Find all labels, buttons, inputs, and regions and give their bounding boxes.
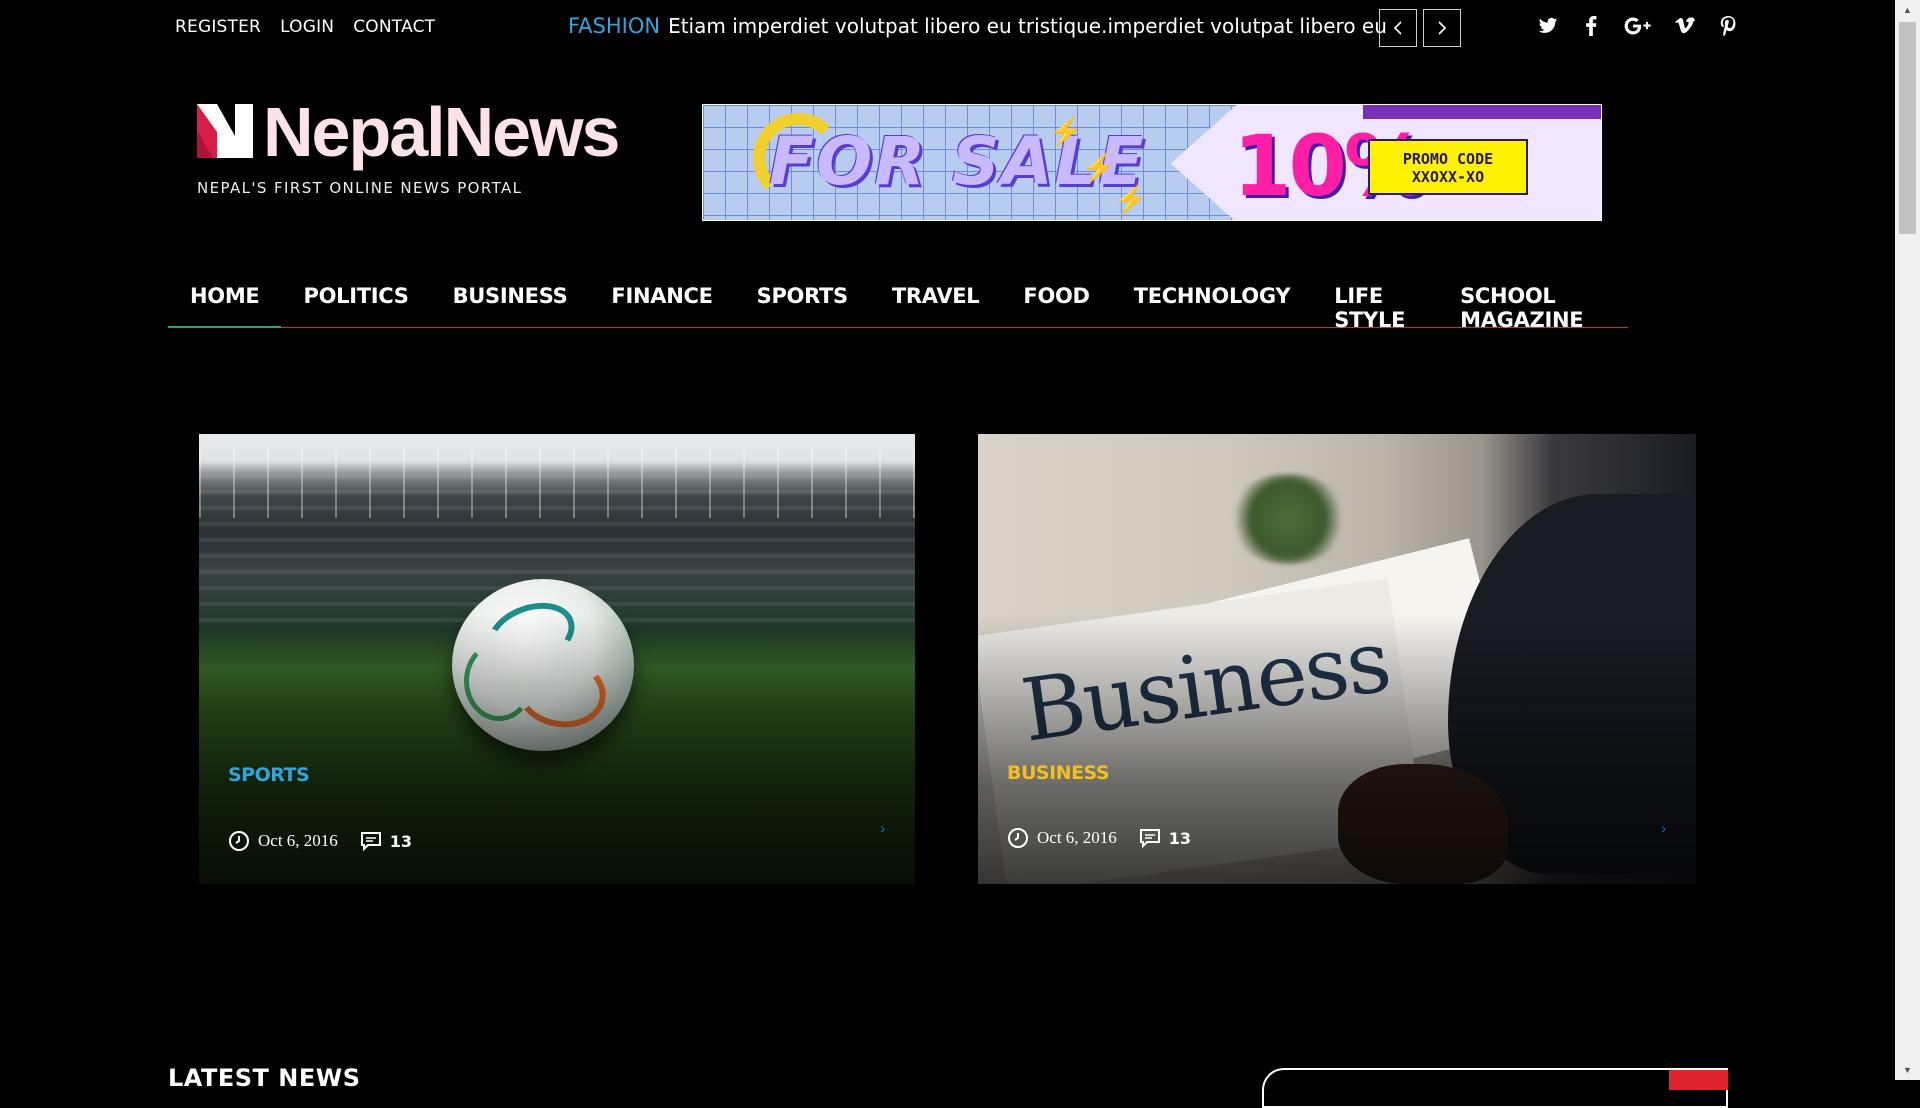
scroll-up-arrow-icon[interactable]: ▲ bbox=[1895, 0, 1920, 20]
card-meta: Oct 6, 2016 13 bbox=[228, 830, 412, 852]
top-bar: REGISTER LOGIN CONTACT FASHION Etiam imp… bbox=[0, 0, 1895, 56]
scroll-down-arrow-icon[interactable]: ▼ bbox=[1895, 1060, 1920, 1080]
ticker-prev-button[interactable] bbox=[1379, 9, 1417, 47]
comment-icon bbox=[360, 832, 381, 851]
logo-name: NepalNews bbox=[263, 93, 620, 171]
contact-link[interactable]: CONTACT bbox=[353, 17, 435, 37]
card-comment-count: 13 bbox=[389, 831, 413, 851]
ticker-next-button[interactable] bbox=[1423, 9, 1461, 47]
latest-news-heading: LATEST NEWS bbox=[168, 1064, 361, 1092]
chevron-left-icon bbox=[1393, 21, 1402, 35]
nav-item-sports[interactable]: SPORTS bbox=[735, 270, 870, 328]
logo-mark-icon bbox=[197, 104, 253, 158]
logo-tagline: NEPAL'S FIRST ONLINE NEWS PORTAL bbox=[197, 179, 523, 197]
ticker-navigation bbox=[1379, 9, 1461, 47]
ad-banner[interactable]: FOR SALE ⚡ ⚡ ⚡ 10% PROMO CODE XXOXX-XO bbox=[702, 104, 1602, 221]
clock-icon bbox=[1008, 828, 1028, 848]
chevron-right-icon bbox=[1438, 21, 1447, 35]
ad-bolt-icon: ⚡ bbox=[1081, 152, 1116, 183]
twitter-icon[interactable] bbox=[1537, 15, 1559, 37]
card-date: Oct 6, 2016 bbox=[258, 831, 338, 850]
pinterest-icon[interactable] bbox=[1717, 15, 1739, 37]
featured-card-business[interactable]: Business BUSINESS Oct 6, 2016 13 › bbox=[978, 434, 1696, 884]
vimeo-icon[interactable] bbox=[1674, 15, 1696, 37]
google-plus-icon[interactable] bbox=[1623, 15, 1653, 37]
site-logo[interactable]: NepalNews NEPAL'S FIRST ONLINE NEWS PORT… bbox=[197, 93, 637, 206]
card-overlay bbox=[199, 434, 915, 884]
social-links bbox=[1537, 15, 1739, 37]
main-navigation: HOME POLITICS BUSINESS FINANCE SPORTS TR… bbox=[168, 270, 1628, 332]
nav-item-finance[interactable]: FINANCE bbox=[589, 270, 734, 328]
comment-icon bbox=[1139, 829, 1160, 848]
search-button[interactable] bbox=[1669, 1070, 1728, 1090]
ticker-headline[interactable]: Etiam imperdiet volutpat libero eu trist… bbox=[668, 14, 1387, 38]
card-overlay bbox=[978, 434, 1696, 884]
nav-item-school-magazine[interactable]: SCHOOL MAGAZINE bbox=[1438, 270, 1628, 332]
page-scrollbar[interactable]: ▲ ▼ bbox=[1895, 0, 1920, 1080]
nav-item-business[interactable]: BUSINESS bbox=[431, 270, 590, 328]
news-ticker[interactable]: FASHION Etiam imperdiet volutpat libero … bbox=[568, 14, 1387, 38]
card-category[interactable]: BUSINESS bbox=[1007, 762, 1110, 784]
nav-item-life-style[interactable]: LIFE STYLE bbox=[1312, 270, 1438, 332]
clock-icon bbox=[229, 831, 249, 851]
search-box bbox=[1262, 1068, 1728, 1108]
search-input[interactable] bbox=[1264, 1070, 1664, 1106]
register-link[interactable]: REGISTER bbox=[175, 17, 261, 37]
ad-promo-line2: XXOXX-XO bbox=[1411, 168, 1485, 186]
card-comment-count: 13 bbox=[1168, 828, 1192, 848]
nav-item-technology[interactable]: TECHNOLOGY bbox=[1112, 270, 1313, 328]
top-links: REGISTER LOGIN CONTACT bbox=[175, 17, 435, 37]
card-more-arrow-icon[interactable]: › bbox=[1661, 820, 1666, 836]
nav-item-travel[interactable]: TRAVEL bbox=[870, 270, 1002, 328]
nav-item-food[interactable]: FOOD bbox=[1001, 270, 1111, 328]
nav-item-politics[interactable]: POLITICS bbox=[281, 270, 430, 328]
ad-bolt-icon: ⚡ bbox=[1048, 116, 1083, 147]
ad-promo-box: PROMO CODE XXOXX-XO bbox=[1368, 139, 1528, 195]
card-meta: Oct 6, 2016 13 bbox=[1007, 827, 1191, 849]
facebook-icon[interactable] bbox=[1580, 15, 1602, 37]
card-more-arrow-icon[interactable]: › bbox=[880, 820, 885, 836]
ad-bolt-icon: ⚡ bbox=[1113, 184, 1148, 215]
nav-item-home[interactable]: HOME bbox=[168, 270, 282, 328]
ticker-category[interactable]: FASHION bbox=[568, 14, 660, 38]
ad-promo-line1: PROMO CODE bbox=[1402, 150, 1494, 168]
login-link[interactable]: LOGIN bbox=[280, 17, 334, 37]
card-category[interactable]: SPORTS bbox=[228, 764, 310, 786]
card-date: Oct 6, 2016 bbox=[1037, 828, 1117, 847]
scroll-thumb[interactable] bbox=[1899, 22, 1916, 234]
featured-card-sports[interactable]: SPORTS Oct 6, 2016 13 › bbox=[199, 434, 915, 884]
